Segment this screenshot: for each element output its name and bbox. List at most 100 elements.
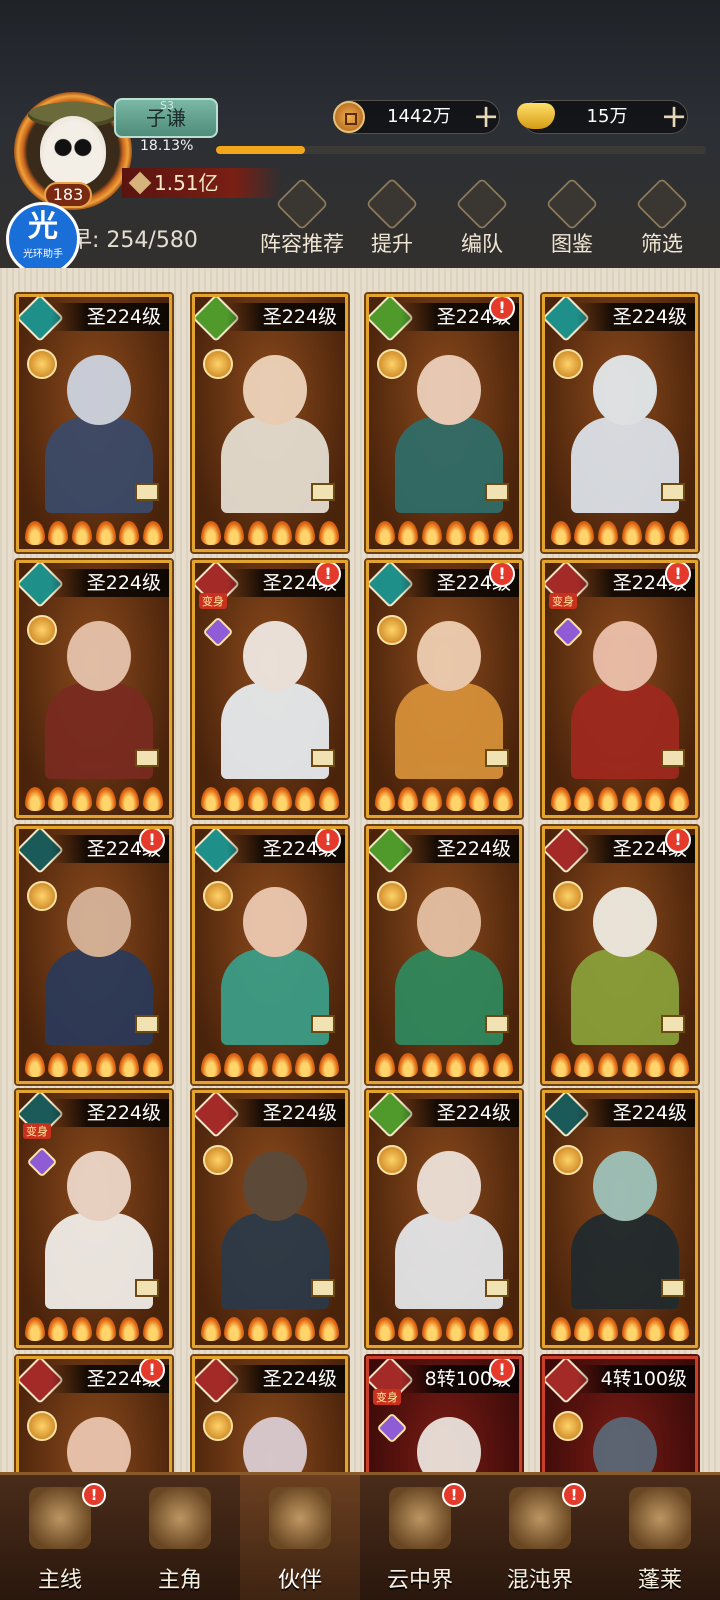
- flame-star-icon: [493, 1317, 514, 1341]
- equipment-icon: [661, 483, 685, 501]
- partner-card[interactable]: 圣224级: [366, 1090, 522, 1348]
- partner-card[interactable]: 圣224级 !: [192, 826, 348, 1084]
- partner-capacity: 早: 254/580: [70, 228, 198, 253]
- helper-overlay-badge[interactable]: 光 光环助手: [6, 202, 80, 276]
- flame-star-icon: [493, 521, 514, 545]
- partner-portrait: [389, 337, 509, 513]
- flame-star-icon: [621, 1317, 642, 1341]
- partner-card[interactable]: 8转100级 变身 !: [366, 1356, 522, 1472]
- partner-portrait: [39, 337, 159, 513]
- flame-star-icon: [398, 1053, 419, 1077]
- star-rating: [373, 783, 515, 811]
- exp-bar: [216, 146, 706, 154]
- partner-level: 4转100级: [577, 1365, 695, 1393]
- nav-item[interactable]: 主线 !: [0, 1475, 120, 1600]
- flame-star-icon: [574, 1317, 595, 1341]
- partner-card[interactable]: 4转100级: [542, 1356, 698, 1472]
- medal-icon: [203, 881, 233, 911]
- upgrade-button[interactable]: 提升: [344, 177, 440, 262]
- partner-card[interactable]: 圣224级: [542, 1090, 698, 1348]
- medal-icon: [553, 1411, 583, 1441]
- formation-button[interactable]: 编队: [434, 177, 530, 262]
- filter-button[interactable]: 筛选: [614, 177, 710, 262]
- crossed-swords-icon: [128, 171, 152, 195]
- flame-star-icon: [374, 521, 395, 545]
- flame-star-icon: [645, 1053, 666, 1077]
- portrait-head: [417, 355, 481, 425]
- nav-item[interactable]: 伙伴: [240, 1475, 360, 1600]
- partner-card[interactable]: 圣224级: [192, 1090, 348, 1348]
- partner-card[interactable]: 圣224级 变身 !: [542, 560, 698, 818]
- partner-portrait: [215, 869, 335, 1045]
- nav-icon: [629, 1487, 691, 1549]
- star-rating: [549, 1313, 691, 1341]
- flame-star-icon: [645, 1317, 666, 1341]
- partner-card[interactable]: 圣224级 !: [542, 826, 698, 1084]
- portrait-head: [417, 621, 481, 691]
- nav-item[interactable]: 蓬莱: [600, 1475, 720, 1600]
- partner-card[interactable]: 圣224级: [16, 294, 172, 552]
- portrait-head: [243, 621, 307, 691]
- exclamation-icon: !: [489, 297, 515, 321]
- plus-icon[interactable]: +: [469, 99, 503, 135]
- nav-item[interactable]: 混沌界 !: [480, 1475, 600, 1600]
- equipment-icon: [661, 749, 685, 767]
- transform-badge: 变身: [373, 1389, 401, 1405]
- partner-card[interactable]: 圣224级: [16, 560, 172, 818]
- equipment-icon: [661, 1279, 685, 1297]
- flame-star-icon: [295, 521, 316, 545]
- flame-star-icon: [248, 1053, 269, 1077]
- flame-star-icon: [469, 1317, 490, 1341]
- exclamation-icon: !: [139, 829, 165, 853]
- partner-card[interactable]: 圣224级: [366, 826, 522, 1084]
- flame-star-icon: [550, 787, 571, 811]
- portrait-head: [417, 887, 481, 957]
- equipment-icon: [485, 1015, 509, 1033]
- equipment-icon: [135, 749, 159, 767]
- portrait-head: [417, 1417, 481, 1472]
- codex-button[interactable]: 图鉴: [524, 177, 620, 262]
- partner-portrait: [565, 1133, 685, 1309]
- medal-icon: [27, 615, 57, 645]
- helper-label: 光环助手: [23, 249, 63, 260]
- flame-star-icon: [119, 521, 140, 545]
- partner-portrait: [565, 869, 685, 1045]
- flame-star-icon: [271, 787, 292, 811]
- equipment-icon: [485, 483, 509, 501]
- partner-card[interactable]: 圣224级 !: [16, 1356, 172, 1472]
- plus-icon[interactable]: +: [657, 99, 691, 135]
- star-rating: [373, 1313, 515, 1341]
- flame-star-icon: [398, 787, 419, 811]
- player-name-plate[interactable]: S3 子谦: [114, 98, 218, 138]
- partner-portrait: [39, 603, 159, 779]
- flame-star-icon: [621, 521, 642, 545]
- medal-icon: [377, 881, 407, 911]
- partner-card[interactable]: 圣224级: [542, 294, 698, 552]
- partner-portrait: [565, 1399, 685, 1472]
- flame-star-icon: [374, 787, 395, 811]
- medal-icon: [203, 349, 233, 379]
- name-superscript: S3: [160, 99, 174, 112]
- partner-card[interactable]: 圣224级 !: [366, 294, 522, 552]
- star-rating: [549, 1049, 691, 1077]
- flame-star-icon: [445, 1317, 466, 1341]
- partner-card[interactable]: 圣224级 变身 !: [192, 560, 348, 818]
- partner-card[interactable]: 圣224级 !: [366, 560, 522, 818]
- flame-star-icon: [24, 787, 45, 811]
- portrait-head: [593, 621, 657, 691]
- partner-level: 圣224级: [51, 1099, 169, 1127]
- nav-item[interactable]: 主角: [120, 1475, 240, 1600]
- lineup-recommend-button[interactable]: 阵容推荐: [254, 177, 350, 262]
- flame-star-icon: [493, 1053, 514, 1077]
- partner-card[interactable]: 圣224级: [192, 1356, 348, 1472]
- equipment-icon: [485, 1279, 509, 1297]
- portrait-head: [243, 887, 307, 957]
- partner-portrait: [39, 1399, 159, 1472]
- partner-card[interactable]: 圣224级 变身: [16, 1090, 172, 1348]
- flame-star-icon: [200, 1053, 221, 1077]
- partner-card[interactable]: 圣224级: [192, 294, 348, 552]
- star-rating: [23, 1049, 165, 1077]
- partner-card[interactable]: 圣224级 !: [16, 826, 172, 1084]
- nav-item[interactable]: 云中界 !: [360, 1475, 480, 1600]
- flame-star-icon: [224, 1317, 245, 1341]
